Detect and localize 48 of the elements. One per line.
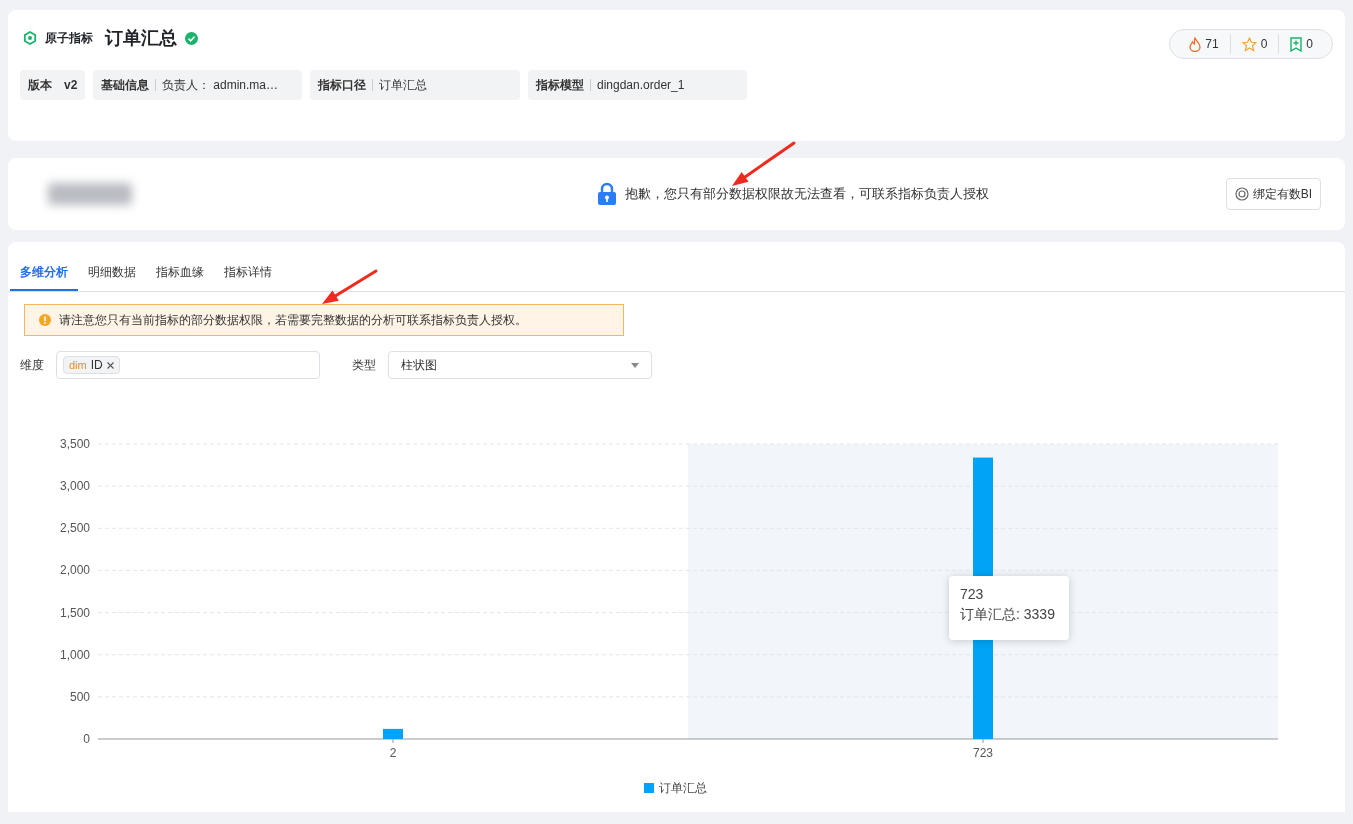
y-axis-label: 1,000: [59, 647, 90, 662]
star-icon: [1241, 36, 1257, 52]
tooltip-title: 723: [960, 586, 985, 602]
y-axis-label: 1,500: [59, 605, 90, 620]
tab[interactable]: 指标详情: [214, 255, 282, 291]
flame-icon: [1189, 36, 1202, 52]
alert-text: 请注意您只有当前指标的部分数据权限，若需要完整数据的分析可联系指标负责人授权。: [59, 312, 527, 329]
bind-bi-button[interactable]: 绑定有数BI: [1225, 178, 1321, 210]
x-axis-label: 2: [389, 746, 397, 760]
x-axis-label: 723: [973, 746, 993, 760]
info-value: dingdan.order_1: [597, 77, 685, 94]
info-label: 基础信息: [101, 77, 149, 94]
tab[interactable]: 指标血缘: [146, 255, 214, 291]
close-icon[interactable]: [106, 361, 114, 369]
y-axis-label: 500: [69, 689, 90, 704]
legend-item[interactable]: 订单汇总: [644, 781, 707, 795]
info-value: 负责人： admin.ma…: [162, 77, 279, 94]
info-label: 指标模型: [536, 77, 584, 94]
bar: [383, 728, 403, 739]
warning-icon: [39, 314, 51, 326]
caret-icon: [631, 362, 639, 368]
metric-type-label: 原子指标: [45, 30, 93, 47]
dimension-label: 维度: [20, 357, 45, 374]
y-axis-label: 3,500: [59, 437, 90, 451]
dimension-tag[interactable]: dim ID: [63, 356, 120, 374]
y-axis-label: 2,500: [59, 521, 90, 536]
info-label: 版本: [28, 77, 52, 94]
legend-label: 订单汇总: [659, 781, 707, 795]
permission-message: 抱歉，您只有部分数据权限故无法查看，可联系指标负责人授权: [624, 185, 989, 204]
bookmark-stat[interactable]: 0: [1279, 35, 1324, 53]
hexagon-gear-icon: [23, 31, 37, 45]
info-value: 订单汇总: [379, 77, 427, 94]
tab[interactable]: 明细数据: [78, 255, 146, 291]
tooltip-text: 订单汇总: 3339: [960, 606, 1056, 622]
chart-type-select[interactable]: 柱状图: [388, 351, 652, 379]
page-title: 订单汇总: [105, 26, 177, 50]
tab[interactable]: 多维分析: [10, 255, 78, 291]
dimension-field[interactable]: dim ID: [56, 351, 320, 379]
star-stat[interactable]: 0: [1230, 35, 1279, 53]
heat-stat[interactable]: 71: [1178, 35, 1230, 53]
type-label: 类型: [352, 357, 377, 374]
y-axis-label: 0: [83, 732, 90, 746]
y-axis-label: 2,000: [59, 563, 90, 578]
info-value: v2: [64, 77, 78, 94]
y-axis-label: 3,000: [59, 479, 90, 494]
info-label: 指标口径: [318, 77, 366, 94]
bookmark-plus-icon: [1290, 36, 1303, 52]
lock-icon: [596, 182, 617, 206]
